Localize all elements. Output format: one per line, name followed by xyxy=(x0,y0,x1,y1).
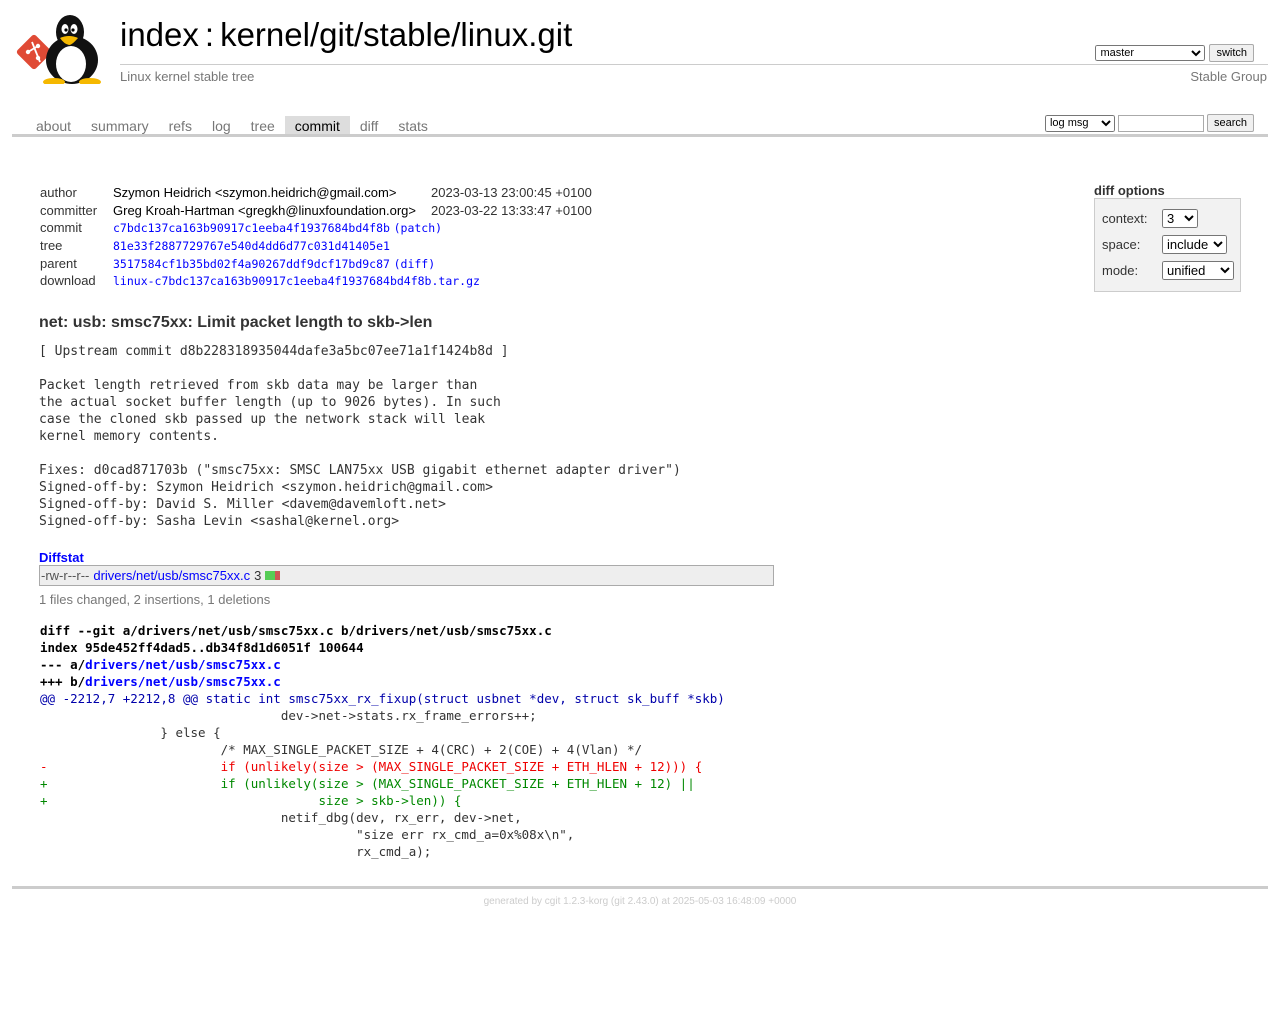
tab-log[interactable]: log xyxy=(202,116,241,136)
file-mode: -rw-r--r-- xyxy=(41,568,90,583)
diff-line: } else { xyxy=(40,725,221,740)
search-input[interactable] xyxy=(1117,114,1204,132)
diff-line-added: + size > skb->len)) { xyxy=(40,793,462,808)
committer-row: committer Greg Kroah-Hartman <gregkh@lin… xyxy=(40,202,592,220)
committer-date: 2023-03-22 13:33:47 +0100 xyxy=(430,202,592,218)
parent-diff-link[interactable]: diff xyxy=(401,257,429,271)
diff-line: dev->net->stats.rx_frame_errors++; xyxy=(40,708,537,723)
branch-select[interactable]: master xyxy=(1095,45,1206,61)
diff-line: rx_cmd_a); xyxy=(40,844,432,859)
diff-options-title: diff options xyxy=(1094,183,1165,198)
repo-owner: Stable Group xyxy=(1190,69,1267,84)
diffstat-heading[interactable]: Diffstat xyxy=(39,550,84,565)
index-link[interactable]: index xyxy=(120,16,199,53)
download-row: download linux-c7bdc137ca163b90917c1eeba… xyxy=(40,272,592,290)
diff-options-panel: context: 3 space: include mode: unified xyxy=(1094,198,1241,292)
commit-info-table: author Szymon Heidrich <szymon.heidrich@… xyxy=(40,184,592,290)
tree-row: tree 81e33f2887729767e540d4dd6d77c031d41… xyxy=(40,237,592,255)
repo-link[interactable]: kernel/git/stable/linux.git xyxy=(220,16,572,53)
mode-row: mode: unified xyxy=(1102,261,1234,280)
cgit-logo[interactable] xyxy=(14,12,110,86)
space-select[interactable]: include xyxy=(1162,235,1227,254)
page-title: index: kernel/git/stable/linux.git xyxy=(120,16,572,54)
diff-line: /* MAX_SINGLE_PACKET_SIZE + 4(CRC) + 2(C… xyxy=(40,742,643,757)
parent-hash-link[interactable]: 3517584cf1b35bd02f4a90267ddf9dcf17bd9c87 xyxy=(113,257,390,271)
tabs-divider xyxy=(12,134,1268,137)
diff-index-line: index 95de452ff4dad5..db34f8d1d6051f 100… xyxy=(40,640,364,655)
search-form: log msg search xyxy=(1044,114,1254,132)
tree-hash-link[interactable]: 81e33f2887729767e540d4dd6d77c031d41405e1 xyxy=(113,239,390,253)
title-separator: : xyxy=(204,16,215,53)
committer-value: Greg Kroah-Hartman <gregkh@linuxfoundati… xyxy=(113,202,416,218)
diff-line-deleted: - if (unlikely(size > (MAX_SINGLE_PACKET… xyxy=(40,759,703,774)
context-label: context: xyxy=(1102,211,1148,226)
diff-git-line: diff --git a/drivers/net/usb/smsc75xx.c … xyxy=(40,623,552,638)
author-label: author xyxy=(40,185,77,201)
context-select[interactable]: 3 xyxy=(1162,209,1198,228)
mode-label: mode: xyxy=(1102,263,1139,278)
tab-tree[interactable]: tree xyxy=(241,116,285,136)
tab-stats[interactable]: stats xyxy=(388,116,438,136)
commit-row: commit c7bdc137ca163b90917c1eeba4f193768… xyxy=(40,220,443,236)
committer-label: committer xyxy=(40,202,98,218)
space-label: space: xyxy=(1102,237,1141,252)
tab-commit[interactable]: commit xyxy=(284,116,350,136)
tab-diff[interactable]: diff xyxy=(350,116,388,136)
author-row: author Szymon Heidrich <szymon.heidrich@… xyxy=(40,184,592,202)
footer: generated by cgit 1.2.3-korg (git 2.43.0… xyxy=(0,896,1280,907)
patch-link[interactable]: patch xyxy=(401,221,436,235)
deletions-bar xyxy=(275,571,281,580)
author-date: 2023-03-13 23:00:45 +0100 xyxy=(430,185,592,201)
tab-bar: about summary refs log tree commit diff … xyxy=(26,116,438,136)
context-row: context: 3 xyxy=(1102,209,1198,228)
plus-prefix: +++ b/ xyxy=(40,674,86,689)
branch-switch-form: master switch xyxy=(1095,44,1254,62)
tab-summary[interactable]: summary xyxy=(81,116,159,136)
footer-text: generated by cgit 1.2.3-korg (git 2.43.0… xyxy=(483,896,797,907)
hunk-header: @@ -2212,7 +2212,8 @@ static int smsc75x… xyxy=(40,691,725,706)
diff-minus-line: --- a/drivers/net/usb/smsc75xx.c xyxy=(40,656,725,673)
commit-hash-link[interactable]: c7bdc137ca163b90917c1eeba4f1937684bd4f8b xyxy=(113,221,390,235)
download-link[interactable]: linux-c7bdc137ca163b90917c1eeba4f1937684… xyxy=(113,274,480,288)
change-count: 3 xyxy=(254,568,262,583)
diff-view: diff --git a/drivers/net/usb/smsc75xx.c … xyxy=(40,622,725,860)
minus-prefix: --- a/ xyxy=(40,657,86,672)
parent-label: parent xyxy=(40,255,77,271)
commit-message: [ Upstream commit d8b228318935044dafe3a5… xyxy=(39,344,681,529)
diffstat-file-link[interactable]: drivers/net/usb/smsc75xx.c xyxy=(93,568,250,583)
diff-line: netif_dbg(dev, rx_err, dev->net, xyxy=(40,810,522,825)
new-file-link[interactable]: drivers/net/usb/smsc75xx.c xyxy=(85,674,281,689)
diff-line: "size err rx_cmd_a=0x%08x\n", xyxy=(40,827,575,842)
diff-line-added: + if (unlikely(size > (MAX_SINGLE_PACKET… xyxy=(40,776,695,791)
footer-divider xyxy=(12,886,1268,889)
header-divider xyxy=(120,64,1268,65)
repo-description: Linux kernel stable tree xyxy=(120,69,255,84)
tab-about[interactable]: about xyxy=(26,116,81,136)
commit-subject: net: usb: smsc75xx: Limit packet length … xyxy=(39,314,433,331)
commit-label: commit xyxy=(40,220,82,236)
parent-row: parent 3517584cf1b35bd02f4a90267ddf9dcf1… xyxy=(40,255,436,271)
tree-label: tree xyxy=(40,238,63,254)
mode-select[interactable]: unified xyxy=(1162,261,1234,280)
download-label: download xyxy=(40,273,96,289)
diff-plus-line: +++ b/drivers/net/usb/smsc75xx.c xyxy=(40,673,725,690)
insertions-bar xyxy=(265,571,276,580)
change-graph xyxy=(265,571,281,580)
diffstat-table: -rw-r--r-- drivers/net/usb/smsc75xx.c 3 xyxy=(39,565,774,586)
tab-refs[interactable]: refs xyxy=(159,116,202,136)
switch-button[interactable]: switch xyxy=(1209,44,1254,62)
diffstat-summary: 1 files changed, 2 insertions, 1 deletio… xyxy=(39,592,271,607)
old-file-link[interactable]: drivers/net/usb/smsc75xx.c xyxy=(85,657,281,672)
search-scope-select[interactable]: log msg xyxy=(1044,114,1115,132)
search-button[interactable]: search xyxy=(1206,114,1254,132)
author-value: Szymon Heidrich <szymon.heidrich@gmail.c… xyxy=(113,185,397,201)
space-row: space: include xyxy=(1102,235,1227,254)
